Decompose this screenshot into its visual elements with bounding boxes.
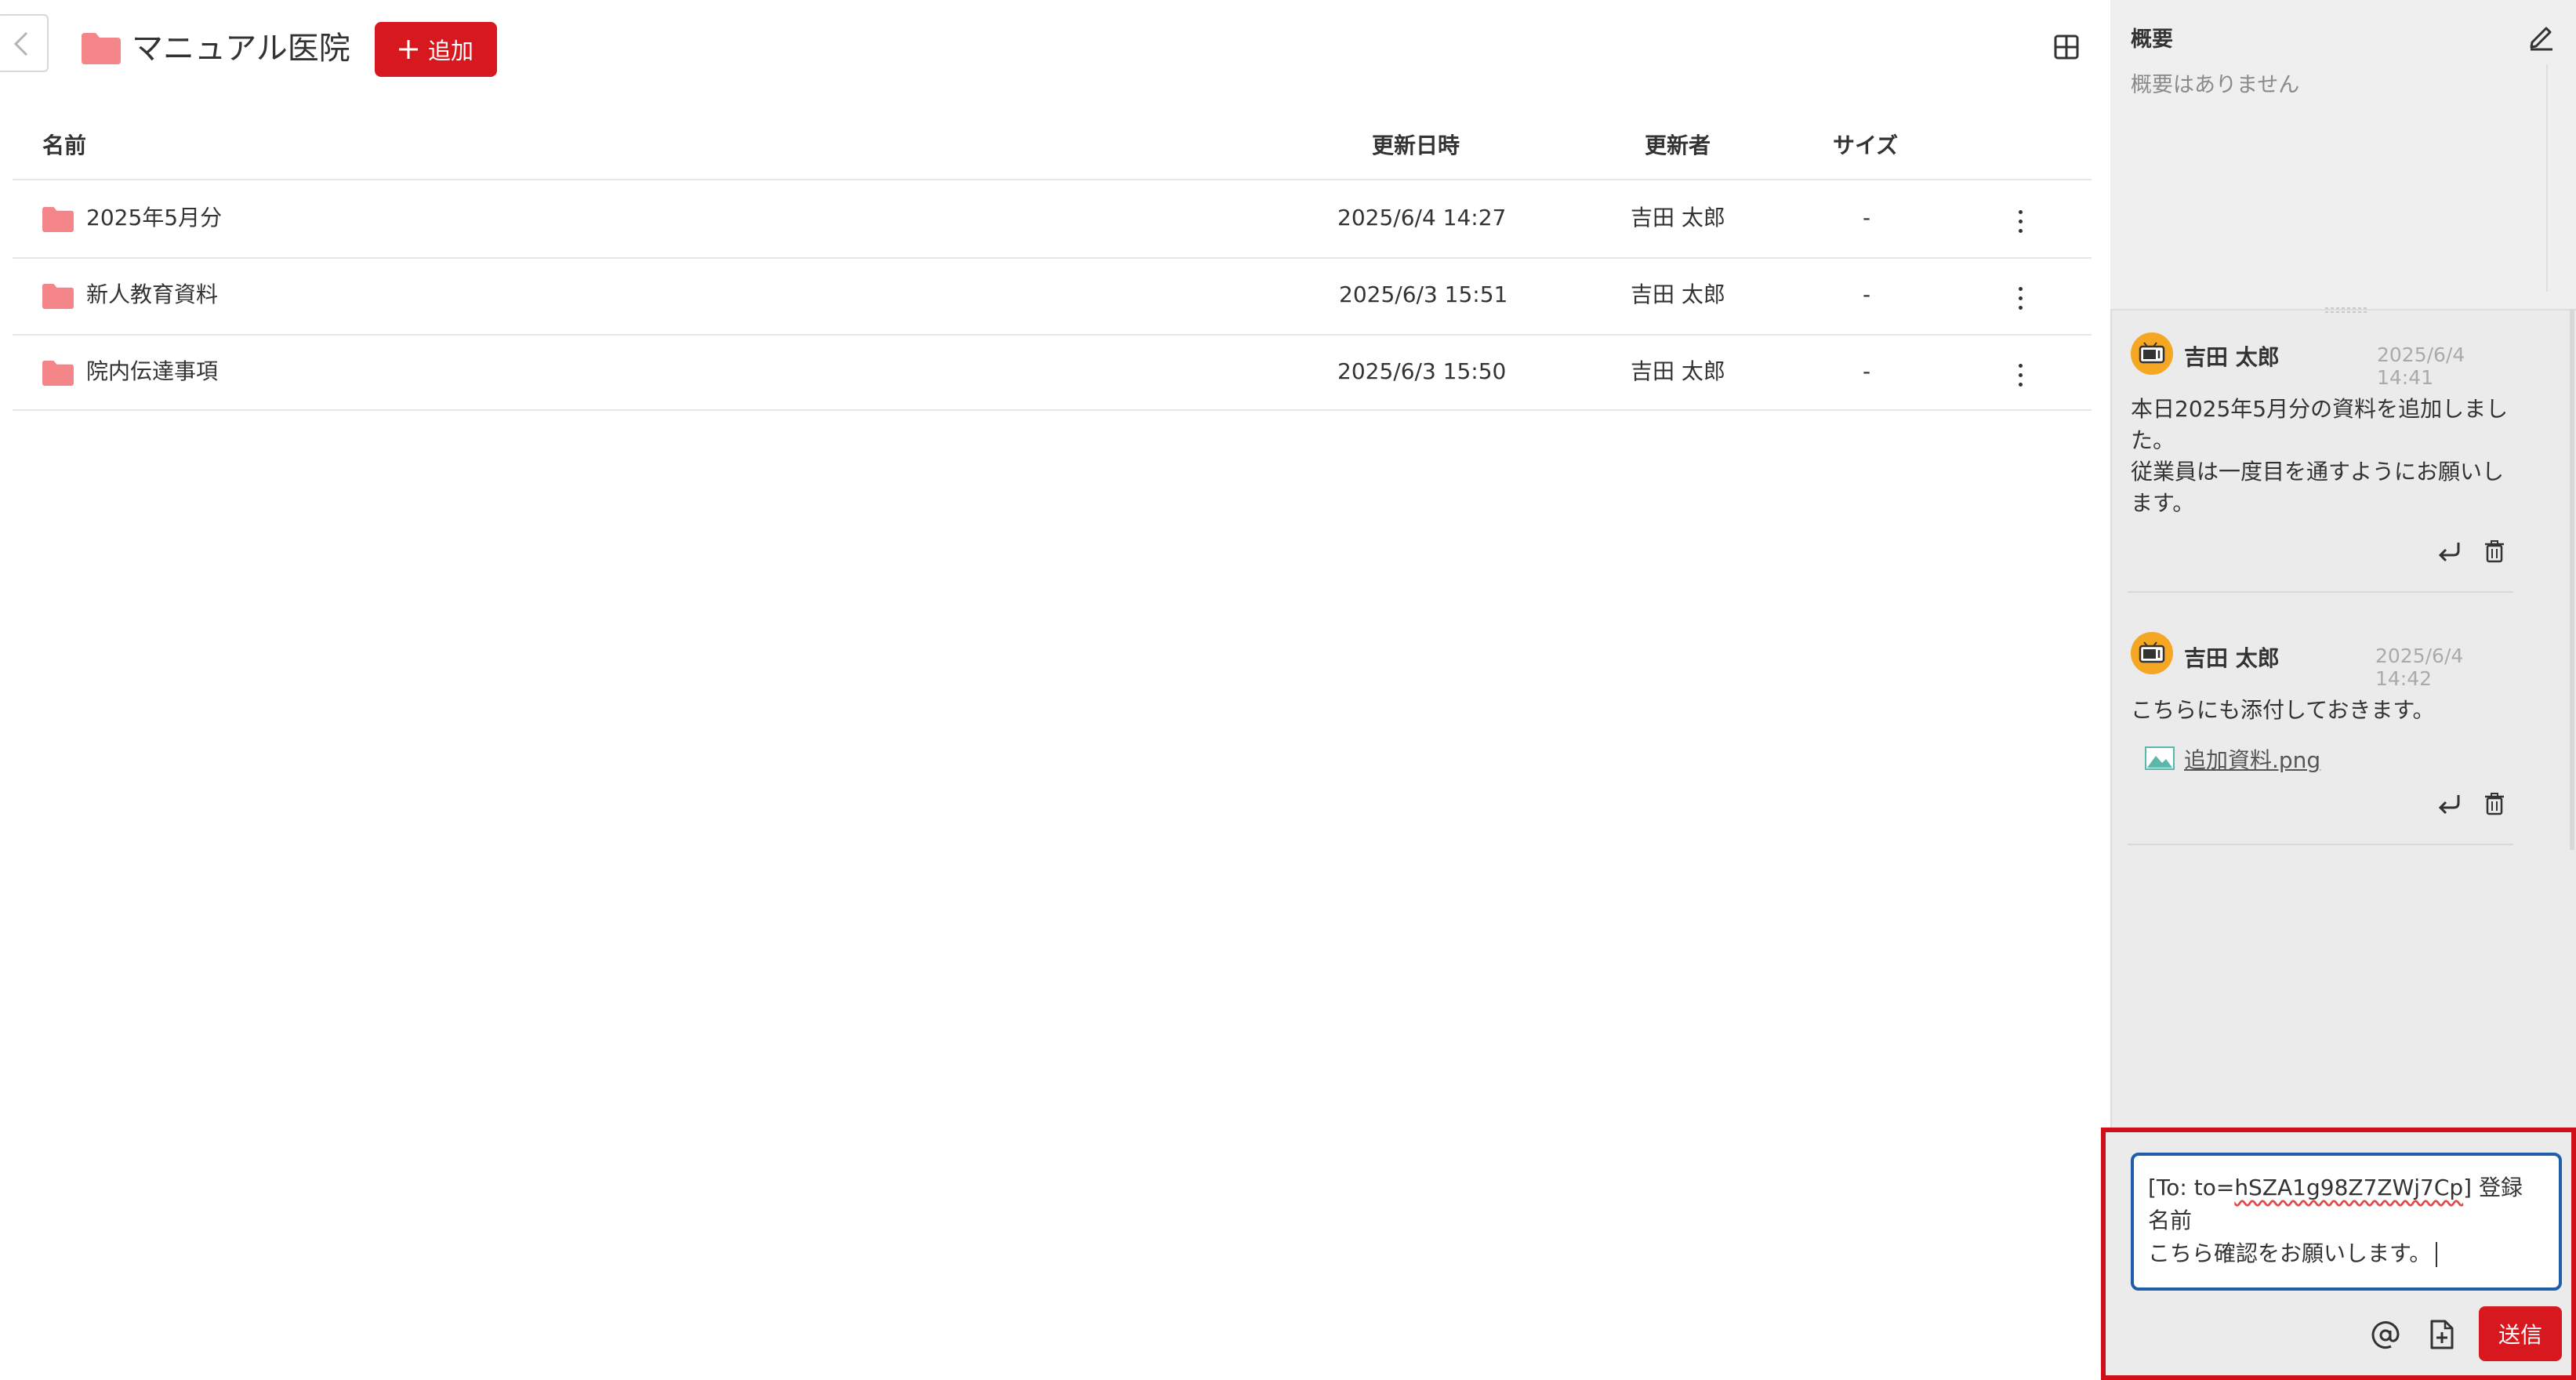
table-row[interactable]: 院内伝達事項 2025/6/3 15:50 吉田 太郎 -	[13, 336, 2092, 411]
table-row[interactable]: 2025年5月分 2025/6/4 14:27 吉田 太郎 -	[13, 182, 2092, 257]
mention-prefix: [To: to=	[2148, 1175, 2235, 1200]
row-updated-at: 2025/6/4 14:27	[1337, 205, 1507, 231]
column-header-updated-by[interactable]: 更新者	[1645, 132, 1711, 160]
reply-icon[interactable]	[2436, 792, 2463, 815]
image-icon	[2145, 746, 2175, 770]
folder-icon	[82, 33, 121, 64]
compose-text: こちら確認をお願いします。	[2148, 1240, 2432, 1266]
reply-icon[interactable]	[2436, 539, 2463, 563]
resize-handle[interactable]	[2325, 306, 2367, 314]
more-vertical-icon[interactable]	[2008, 361, 2032, 392]
panel-scrollbar[interactable]	[2570, 309, 2574, 850]
folder-icon	[42, 284, 74, 309]
row-size: -	[1863, 205, 1871, 231]
edit-icon[interactable]	[2526, 20, 2557, 55]
text-caret	[2436, 1242, 2438, 1267]
page-title: マニュアル医院	[132, 31, 350, 67]
message-card: 吉田 太郎 2025/6/4 14:42 こちらにも添付しておきます。 追加資料…	[2115, 621, 2516, 845]
summary-scrollbar[interactable]	[2546, 64, 2548, 292]
row-size: -	[1863, 281, 1871, 307]
row-divider	[13, 409, 2092, 411]
row-name[interactable]: 院内伝達事項	[86, 358, 218, 386]
add-button-label: 追加	[427, 38, 473, 64]
column-header-updated-at[interactable]: 更新日時	[1372, 132, 1460, 160]
avatar	[2131, 332, 2173, 375]
at-sign-icon[interactable]	[2371, 1320, 2400, 1350]
row-updated-at: 2025/6/3 15:51	[1339, 281, 1508, 307]
tv-icon	[2139, 342, 2165, 364]
message-line: 本日2025年5月分の資料を追加しまし	[2131, 396, 2509, 422]
row-updated-by: 吉田 太郎	[1631, 205, 1725, 231]
avatar	[2131, 632, 2173, 674]
trash-icon[interactable]	[2483, 539, 2505, 563]
add-button[interactable]: 追加	[375, 22, 497, 77]
grid-view-icon[interactable]	[2054, 34, 2079, 63]
column-header-size[interactable]: サイズ	[1833, 132, 1898, 160]
folder-icon	[42, 207, 74, 232]
message-time: 2025/6/4 14:42	[2375, 645, 2464, 690]
folder-icon	[42, 361, 74, 386]
summary-empty-text: 概要はありません	[2131, 73, 2300, 97]
trash-icon[interactable]	[2483, 792, 2505, 815]
row-size: -	[1863, 358, 1871, 384]
message-time: 2025/6/4 14:41	[2377, 343, 2465, 389]
row-name[interactable]: 新人教育資料	[86, 281, 218, 309]
column-header-name[interactable]: 名前	[42, 132, 86, 160]
message-card: 吉田 太郎 2025/6/4 14:41 本日2025年5月分の資料を追加しまし…	[2115, 317, 2516, 594]
compose-line-2: こちら確認をお願いします。	[2148, 1237, 2545, 1270]
message-input[interactable]: [To: to=hSZA1g98Z7ZWj7Cp] 登録 名前 こちら確認をお願…	[2131, 1153, 2562, 1291]
table-row[interactable]: 新人教育資料 2025/6/3 15:51 吉田 太郎 -	[13, 259, 2092, 334]
message-divider	[2128, 591, 2513, 593]
tv-icon	[2139, 641, 2165, 663]
mention-id: hSZA1g98Z7ZWj7Cp	[2234, 1175, 2464, 1200]
message-line: ます。	[2131, 490, 2195, 516]
plus-icon	[398, 40, 418, 59]
message-divider	[2128, 844, 2513, 845]
more-vertical-icon[interactable]	[2008, 207, 2032, 238]
row-name[interactable]: 2025年5月分	[86, 204, 222, 232]
message-line: た。	[2131, 427, 2175, 453]
compose-line-1: [To: to=hSZA1g98Z7ZWj7Cp] 登録 名前	[2148, 1171, 2545, 1237]
message-author: 吉田 太郎	[2184, 344, 2280, 370]
message-body: 本日2025年5月分の資料を追加しまし た。 従業員は一度目を通すようにお願いし…	[2131, 394, 2515, 519]
attachment-link[interactable]: 追加資料.png	[2184, 743, 2320, 775]
file-add-icon[interactable]	[2429, 1319, 2455, 1350]
message-author: 吉田 太郎	[2184, 645, 2280, 671]
table-divider	[13, 179, 2092, 180]
summary-section	[2110, 0, 2576, 310]
back-button[interactable]	[0, 14, 49, 72]
chevron-left-icon	[13, 31, 28, 56]
send-button[interactable]: 送信	[2479, 1306, 2562, 1361]
message-line: こちらにも添付しておきます。	[2131, 697, 2435, 723]
row-updated-at: 2025/6/3 15:50	[1337, 358, 1507, 384]
row-updated-by: 吉田 太郎	[1631, 358, 1725, 384]
message-line: 従業員は一度目を通すようにお願いし	[2131, 459, 2505, 485]
row-updated-by: 吉田 太郎	[1631, 281, 1725, 307]
summary-title: 概要	[2131, 27, 2173, 52]
more-vertical-icon[interactable]	[2008, 284, 2032, 315]
